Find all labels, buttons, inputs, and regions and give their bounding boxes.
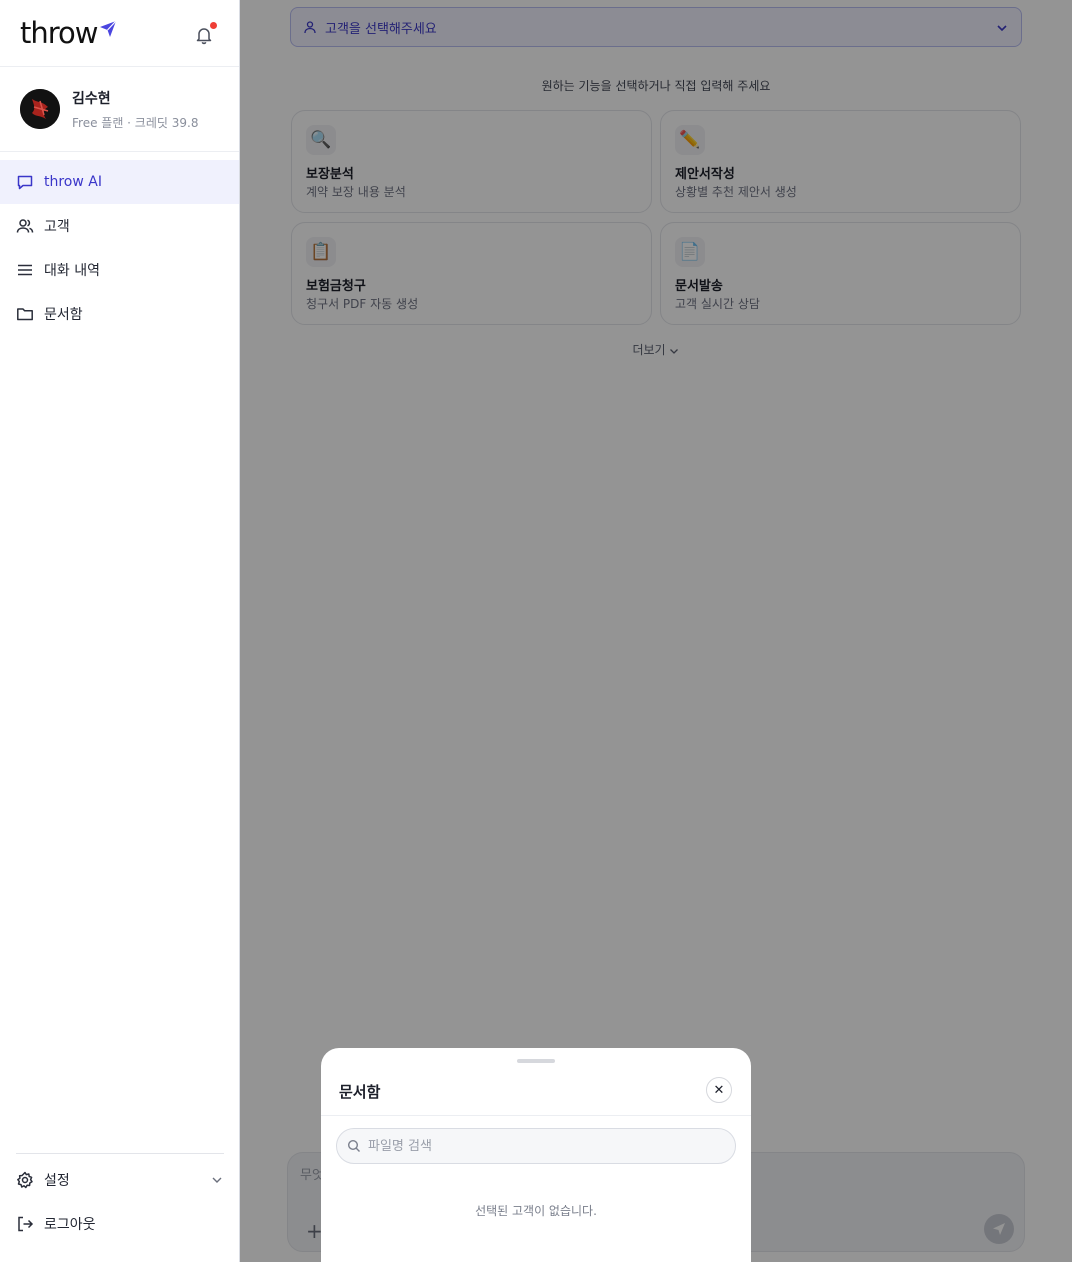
logout-icon bbox=[16, 1215, 34, 1233]
sidebar-item-label: 대화 내역 bbox=[44, 263, 100, 279]
logo-bar: throw bbox=[0, 0, 239, 67]
sidebar-item-label: throw AI bbox=[44, 174, 102, 190]
profile-card[interactable]: 김수현 Free 플랜 · 크레딧 39.8 bbox=[0, 67, 239, 152]
sidebar-footer: 설정 로그아웃 bbox=[0, 1153, 240, 1246]
avatar bbox=[20, 89, 60, 129]
sidebar-item-history[interactable]: 대화 내역 bbox=[0, 248, 239, 292]
divider bbox=[16, 1153, 224, 1154]
close-button[interactable]: ✕ bbox=[706, 1077, 732, 1103]
empty-state-text: 선택된 고객이 없습니다. bbox=[475, 1204, 597, 1218]
settings-label: 설정 bbox=[44, 1173, 70, 1189]
divider bbox=[321, 1115, 751, 1116]
chevron-down-icon bbox=[212, 1177, 222, 1183]
logout-item[interactable]: 로그아웃 bbox=[0, 1202, 240, 1246]
sidebar-item-label: 문서함 bbox=[44, 307, 83, 323]
notification-badge bbox=[210, 22, 217, 29]
chat-icon bbox=[16, 173, 34, 191]
documents-sheet: 문서함 ✕ 선택된 고객이 없습니다. bbox=[321, 1048, 751, 1262]
file-search-box bbox=[336, 1128, 736, 1164]
brand-logo[interactable]: throw bbox=[20, 16, 117, 50]
sidebar-item-customers[interactable]: 고객 bbox=[0, 204, 239, 248]
sheet-title: 문서함 bbox=[339, 1083, 381, 1101]
drag-handle[interactable] bbox=[517, 1059, 555, 1063]
sidebar: throw 김수현 Free 플랜 · 크레딧 39.8 throw AI 고객… bbox=[0, 0, 240, 1262]
sidebar-item-documents[interactable]: 문서함 bbox=[0, 292, 239, 336]
logout-label: 로그아웃 bbox=[44, 1217, 96, 1233]
list-icon bbox=[16, 261, 34, 279]
gear-icon bbox=[16, 1171, 34, 1189]
profile-name: 김수현 bbox=[72, 91, 111, 107]
brand-name: throw bbox=[20, 16, 98, 50]
search-icon bbox=[347, 1139, 361, 1153]
settings-item[interactable]: 설정 bbox=[0, 1158, 240, 1202]
sidebar-nav: throw AI 고객 대화 내역 문서함 bbox=[0, 160, 239, 336]
profile-plan: Free 플랜 · 크레딧 39.8 bbox=[72, 116, 199, 130]
search-input[interactable] bbox=[368, 1138, 708, 1154]
users-icon bbox=[16, 217, 34, 235]
sidebar-item-label: 고객 bbox=[44, 219, 70, 235]
paper-plane-logo-icon bbox=[99, 20, 116, 37]
sidebar-item-throw-ai[interactable]: throw AI bbox=[0, 160, 239, 204]
folder-icon bbox=[16, 305, 34, 323]
